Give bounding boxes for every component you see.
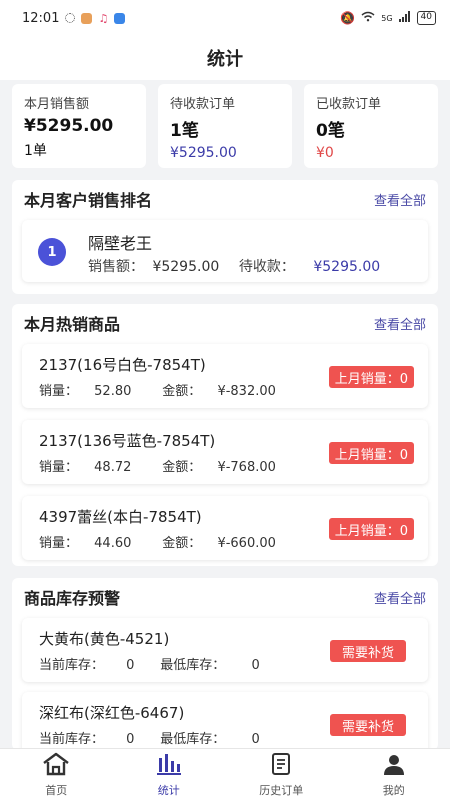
summary-card-monthly-sales[interactable]: 本月销售额 ¥5295.00 1单 <box>12 84 146 168</box>
signal-icon <box>398 11 411 25</box>
rank-badge: 1 <box>38 238 66 266</box>
current-stock-label: 当前库存： <box>39 658 105 673</box>
product-item[interactable]: 4397蕾丝(本白-7854T) 销量： 44.60 金额： ¥-660.00 … <box>22 496 428 560</box>
stock-item-name: 大黄布(黄色-4521) <box>39 630 170 648</box>
qty-label: 销量： <box>39 536 79 551</box>
summary-card-pending-orders[interactable]: 待收款订单 1笔 ¥5295.00 <box>158 84 292 168</box>
stock-detail: 当前库存： 0 最低库存： 0 <box>39 728 260 747</box>
view-all-link[interactable]: 查看全部 <box>374 588 426 607</box>
bottom-nav: 首页 统计 历史订单 我的 <box>0 748 450 800</box>
summary-value: 1笔 <box>170 121 199 141</box>
view-all-link[interactable]: 查看全部 <box>374 314 426 333</box>
customer-ranking-section: 本月客户销售排名 查看全部 1 隔壁老王 销售额： ¥5295.00 待收款： … <box>12 180 438 294</box>
amount-value: ¥-768.00 <box>217 460 276 475</box>
summary-sub: ¥5295.00 <box>170 145 237 161</box>
product-item[interactable]: 2137(16号白色-7854T) 销量： 52.80 金额： ¥-832.00… <box>22 344 428 408</box>
status-time: 12:01 <box>22 10 60 26</box>
summary-value: 0笔 <box>316 121 345 141</box>
nav-label: 我的 <box>382 783 405 797</box>
summary-label: 待收款订单 <box>170 97 236 112</box>
ranking-item[interactable]: 1 隔壁老王 销售额： ¥5295.00 待收款： ¥5295.00 <box>22 220 428 282</box>
order-history-icon <box>269 752 293 780</box>
summary-sub: ¥0 <box>316 145 334 161</box>
ranking-detail: 销售额： ¥5295.00 待收款： ¥5295.00 <box>88 256 380 276</box>
section-header: 本月热销商品 查看全部 <box>12 304 438 342</box>
product-name: 4397蕾丝(本白-7854T) <box>39 508 202 526</box>
music-icon: ♫ <box>98 11 109 25</box>
pending-value: ¥5295.00 <box>313 259 381 275</box>
min-stock-label: 最低库存： <box>160 658 226 673</box>
last-month-sales-tag: 上月销量：0 <box>328 518 414 540</box>
section-title: 本月热销商品 <box>24 315 121 334</box>
stock-detail: 当前库存： 0 最低库存： 0 <box>39 654 260 673</box>
app-notification-icon <box>81 12 93 24</box>
nav-home[interactable]: 首页 <box>0 749 113 800</box>
section-title: 商品库存预警 <box>24 589 121 608</box>
cloud-icon <box>114 12 126 24</box>
chart-icon <box>156 752 182 780</box>
sales-label: 销售额： <box>88 259 144 275</box>
summary-label: 本月销售额 <box>24 97 90 112</box>
product-item[interactable]: 2137(136号蓝色-7854T) 销量： 48.72 金额： ¥-768.0… <box>22 420 428 484</box>
product-detail: 销量： 52.80 金额： ¥-832.00 <box>39 380 276 399</box>
nav-label: 历史订单 <box>259 783 304 797</box>
amount-value: ¥-832.00 <box>217 384 276 399</box>
nav-history-orders[interactable]: 历史订单 <box>225 749 338 800</box>
section-header: 本月客户销售排名 查看全部 <box>12 180 438 218</box>
nav-mine[interactable]: 我的 <box>338 749 450 800</box>
mute-icon: 🔕 <box>340 11 356 25</box>
stock-warning-section: 商品库存预警 查看全部 大黄布(黄色-4521) 当前库存： 0 最低库存： 0… <box>12 578 438 750</box>
product-name: 2137(16号白色-7854T) <box>39 356 206 374</box>
user-icon <box>382 752 406 780</box>
qty-value: 44.60 <box>94 536 132 551</box>
battery-icon: 40 <box>416 11 436 25</box>
amount-label: 金额： <box>162 536 202 551</box>
last-month-sales-tag: 上月销量：0 <box>328 366 414 388</box>
nav-label: 统计 <box>157 783 180 797</box>
min-stock-label: 最低库存： <box>160 732 226 747</box>
product-detail: 销量： 44.60 金额： ¥-660.00 <box>39 532 276 551</box>
last-month-sales-tag: 上月销量：0 <box>328 442 414 464</box>
current-stock-value: 0 <box>126 658 135 673</box>
current-stock-label: 当前库存： <box>39 732 105 747</box>
min-stock-value: 0 <box>251 732 260 747</box>
qty-value: 48.72 <box>94 460 132 475</box>
nav-label: 首页 <box>45 783 68 797</box>
qty-label: 销量： <box>39 460 79 475</box>
product-detail: 销量： 48.72 金额： ¥-768.00 <box>39 456 276 475</box>
pending-label: 待收款： <box>238 259 295 275</box>
page-title-bar: 统计 <box>0 36 450 80</box>
amount-value: ¥-660.00 <box>217 536 276 551</box>
min-stock-value: 0 <box>251 658 260 673</box>
qty-value: 52.80 <box>94 384 132 399</box>
hot-products-section: 本月热销商品 查看全部 2137(16号白色-7854T) 销量： 52.80 … <box>12 304 438 566</box>
current-stock-value: 0 <box>126 732 135 747</box>
summary-sub: 1单 <box>24 143 47 159</box>
home-icon <box>41 752 71 780</box>
status-bar: 12:01 ♫ 🔕 5G 40 <box>0 0 450 36</box>
summary-card-received-orders[interactable]: 已收款订单 0笔 ¥0 <box>304 84 438 168</box>
customer-name: 隔壁老王 <box>88 234 153 253</box>
sales-value: ¥5295.00 <box>152 259 220 275</box>
stock-item[interactable]: 大黄布(黄色-4521) 当前库存： 0 最低库存： 0 需要补货 <box>22 618 428 682</box>
amount-label: 金额： <box>162 384 202 399</box>
wifi-icon <box>361 11 375 25</box>
summary-label: 已收款订单 <box>316 97 382 112</box>
stock-item[interactable]: 深红布(深红色-6467) 当前库存： 0 最低库存： 0 需要补货 <box>22 692 428 750</box>
summary-value: ¥5295.00 <box>24 116 114 136</box>
product-name: 2137(136号蓝色-7854T) <box>39 432 216 450</box>
section-header: 商品库存预警 查看全部 <box>12 578 438 616</box>
view-all-link[interactable]: 查看全部 <box>374 190 426 209</box>
section-title: 本月客户销售排名 <box>24 191 153 210</box>
network-type: 5G <box>381 13 393 23</box>
sync-icon <box>65 13 76 23</box>
page-title: 统计 <box>207 49 243 70</box>
qty-label: 销量： <box>39 384 79 399</box>
stock-item-name: 深红布(深红色-6467) <box>39 704 185 722</box>
nav-statistics[interactable]: 统计 <box>113 749 226 800</box>
summary-cards: 本月销售额 ¥5295.00 1单 待收款订单 1笔 ¥5295.00 已收款订… <box>12 84 438 168</box>
restock-needed-tag: 需要补货 <box>329 640 406 662</box>
amount-label: 金额： <box>162 460 202 475</box>
restock-needed-tag: 需要补货 <box>329 714 406 736</box>
